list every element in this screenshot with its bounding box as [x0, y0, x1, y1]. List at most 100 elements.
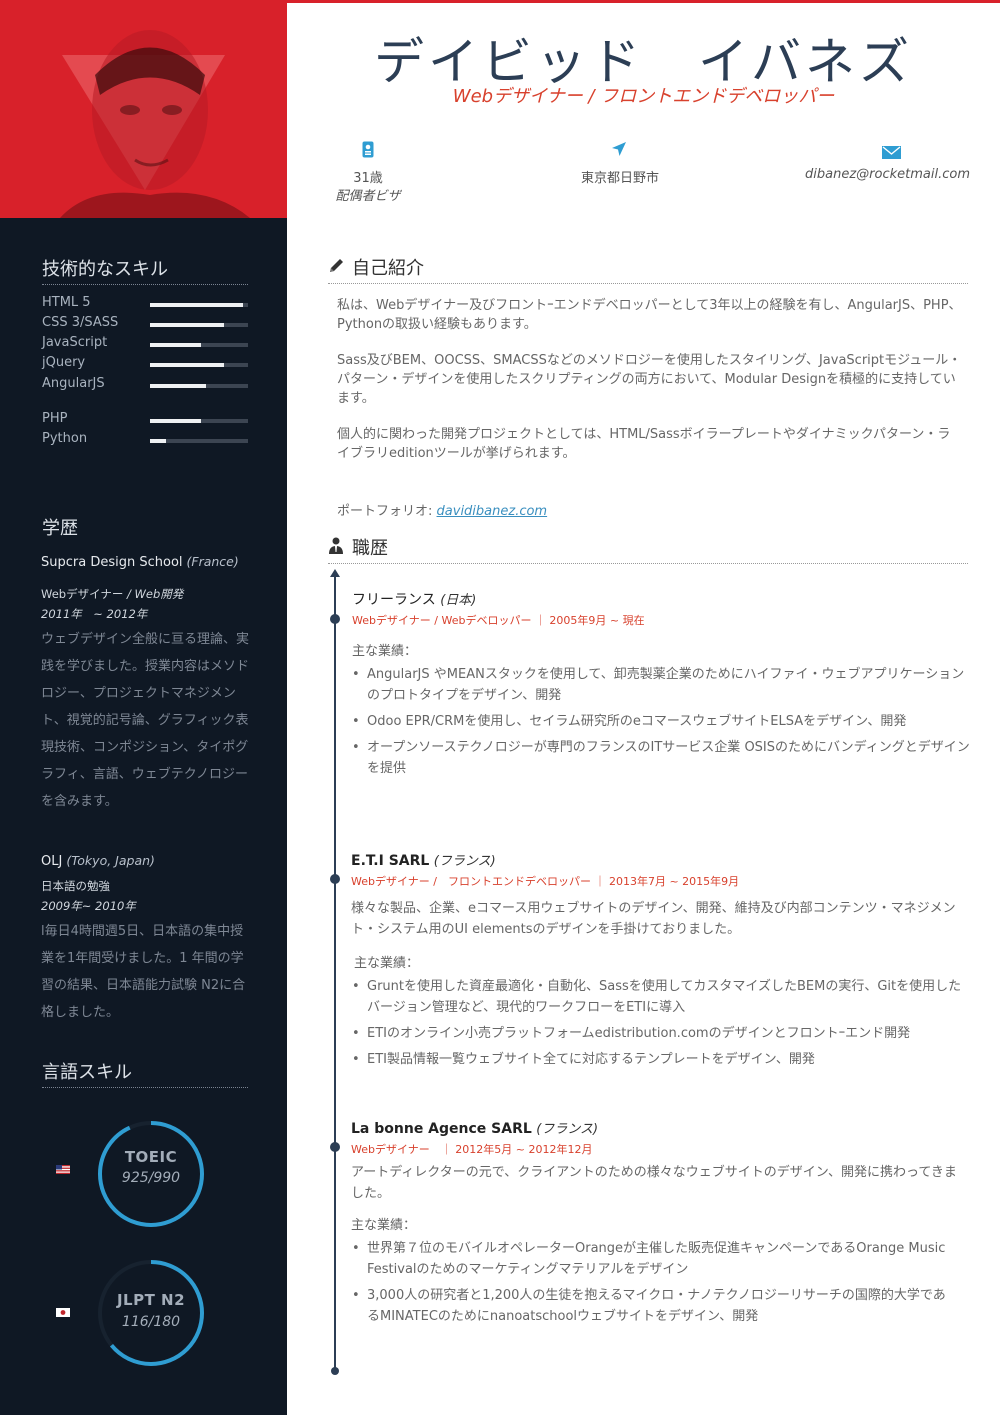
education-course: 日本語の勉強: [41, 879, 110, 893]
company-location: (フランス): [536, 1122, 599, 1137]
period-text: 2011年 ~ 2012年: [41, 607, 148, 621]
skill-name: CSS 3/SASS: [42, 315, 119, 330]
education-school: OLJ (Tokyo, Japan): [41, 853, 155, 869]
skill-row: jQuery: [42, 355, 248, 373]
education-course: Webデザイナー / Web開発: [41, 586, 183, 602]
skill-row: CSS 3/SASS: [42, 315, 248, 333]
company-name: フリーランス: [352, 592, 436, 608]
about-title-text: 自己紹介: [352, 258, 424, 279]
skill-name: Python: [42, 431, 88, 446]
language-name: TOEIC: [124, 1148, 178, 1166]
list-item: 世界第７位のモバイルオペレーターOrangeが主催した販売促進キャンペーンである…: [352, 1238, 952, 1280]
list-item: オープンソーステクノロジーが専門のフランスのITサービス企業 OSISのためにバ…: [352, 737, 972, 779]
skill-bar-fill: [150, 303, 244, 307]
about-paragraph-1: 私は、Webデザイナー及びフロントｰエンドデベロッパーとして3年以上の経験を有し…: [337, 298, 962, 332]
achievements-label: 主な業績：: [351, 1218, 417, 1233]
education-description: l毎日4時間週5日、日本語の集中授業を1年間受けました。1 年間の学習の結果、日…: [41, 924, 246, 1020]
skill-name: PHP: [42, 411, 68, 426]
school-name: OLJ: [41, 854, 63, 869]
skill-bar: [150, 303, 248, 307]
timeline-line: [334, 576, 336, 1371]
visa-text: 配偶者ビザ: [335, 189, 401, 204]
portrait-image: [0, 0, 287, 218]
about-paragraph-2: Sass及びBEM、OOCSS、SMACSSなどのメソドロジーを使用したスタイリ…: [337, 353, 962, 406]
work-title: 職歴: [328, 534, 968, 564]
skill-bar: [150, 439, 248, 443]
timeline-end: [331, 1367, 339, 1375]
education-school: Supcra Design School (France): [41, 554, 239, 570]
skill-name: JavaScript: [42, 335, 108, 350]
job-subtitle: Webデザイナー ｜ 2012年5月 ~ 2012年12月: [351, 1143, 593, 1156]
school-location: (France): [186, 554, 239, 569]
course-sub: / Web開発: [127, 587, 184, 601]
skill-bar: [150, 323, 248, 327]
skill-bar: [150, 363, 248, 367]
job-title: E.T.I SARL (フランス): [351, 850, 496, 869]
timeline-dot: [330, 1142, 340, 1152]
company-location: (フランス): [433, 854, 496, 869]
location-arrow-icon: [612, 142, 626, 156]
skill-bar-fill: [150, 419, 201, 423]
school-location: (Tokyo, Japan): [66, 853, 155, 868]
list-item: 3,000人の研究者と1,200人の生徒を抱えるマイクロ・ナノテクノロジーリサー…: [352, 1285, 952, 1327]
age-text: 31歳: [353, 171, 383, 186]
skill-bar-fill: [150, 363, 225, 367]
company-name: E.T.I SARL: [351, 853, 430, 869]
achievements-list: Gruntを使用した資産最適化・自動化、Sassを使用してカスタマイズしたBEM…: [352, 976, 972, 1075]
email-text: dibanez@rocketmail.com: [805, 167, 970, 182]
job-description: 様々な製品、企業、eコマース用ウェブサイトのデザイン、開発、維持及び内部コンテン…: [351, 901, 956, 937]
course-name: Webデザイナー: [41, 587, 124, 601]
company-location: (日本): [440, 593, 477, 608]
education-description: ウェブデザイン全般に亘る理論、実践を学びました。授業内容はメソドロジー、プロジェ…: [41, 632, 250, 809]
sidebar: 技術的なスキル HTML 5 CSS 3/SASS JavaScript jQu…: [0, 0, 287, 1415]
job-description: アートディレクターの元で、クライアントのための様々なウェブサイトのデザイン、開発…: [351, 1165, 957, 1201]
portfolio-link[interactable]: davidibanez.com: [437, 504, 548, 519]
skill-row: JavaScript: [42, 335, 248, 353]
achievements-label: 主な業績：: [354, 956, 420, 971]
list-item: ETIのオンライン小売プラットフォームedistribution.comのデザイ…: [352, 1023, 972, 1044]
list-item: ETI製品情報一覧ウェブサイト全てに対応するテンプレートをデザイン、開発: [352, 1049, 972, 1070]
timeline-dot: [330, 614, 340, 624]
achievements-list: AngularJS やMEANスタックを使用して、卸売製薬企業のためにハイファイ…: [352, 664, 972, 784]
skill-bar: [150, 419, 248, 423]
education-period: 2009年~ 2010年: [41, 898, 136, 914]
school-name: Supcra Design School: [41, 555, 183, 570]
skill-row: HTML 5: [42, 295, 248, 313]
company-name: La bonne Agence SARL: [351, 1121, 532, 1137]
list-item: Odoo EPR/CRMを使用し、セイラム研究所のeコマースウェブサイトELSA…: [352, 711, 972, 732]
skill-name: jQuery: [42, 355, 86, 370]
portfolio-label: ポートフォリオ:: [337, 504, 433, 519]
us-flag-icon: [56, 1165, 70, 1174]
top-accent-bar: [287, 0, 1000, 3]
pencil-icon: [330, 259, 343, 272]
education-title: 学歴: [42, 518, 78, 539]
skill-name: HTML 5: [42, 295, 91, 310]
skill-bar-fill: [150, 323, 225, 327]
skill-row: AngularJS: [42, 376, 248, 394]
timeline-dot: [330, 874, 340, 884]
job-title: フリーランス (日本): [352, 589, 476, 609]
skill-bar: [150, 343, 248, 347]
list-item: AngularJS やMEANスタックを使用して、卸売製薬企業のためにハイファイ…: [352, 664, 972, 706]
job-subtitle: Webデザイナー / フロントエンドデベロッパー ｜ 2013年7月 ~ 201…: [351, 875, 740, 888]
languages-title: 言語スキル: [42, 1058, 248, 1088]
language-score: 116/180: [121, 1314, 181, 1330]
list-item: Gruntを使用した資産最適化・自動化、Sassを使用してカスタマイズしたBEM…: [352, 976, 972, 1018]
portfolio-line: ポートフォリオ: davidibanez.com: [337, 500, 547, 519]
skill-bar-fill: [150, 343, 201, 347]
email-icon: [882, 146, 901, 159]
language-score: 925/990: [121, 1170, 181, 1186]
about-title: 自己紹介: [328, 254, 968, 284]
work-title-text: 職歴: [352, 538, 388, 559]
period-text: 2009年~ 2010年: [41, 899, 136, 913]
jlpt-score-ring: [98, 1260, 204, 1366]
job-title: La bonne Agence SARL (フランス): [351, 1118, 598, 1137]
profile-photo: [0, 0, 287, 218]
skills-title: 技術的なスキル: [42, 255, 248, 285]
achievements-list: 世界第７位のモバイルオペレーターOrangeが主催した販売促進キャンペーンである…: [352, 1238, 952, 1332]
about-paragraph-3: 個人的に関わった開発プロジェクトとしては、HTML/Sassボイラープレートやダ…: [337, 427, 951, 461]
person-role: Webデザイナー / フロントエンドデベロッパー: [452, 86, 835, 107]
id-card-icon: [362, 141, 374, 158]
jp-flag-icon: [56, 1308, 70, 1317]
location-text: 東京都日野市: [580, 171, 659, 186]
